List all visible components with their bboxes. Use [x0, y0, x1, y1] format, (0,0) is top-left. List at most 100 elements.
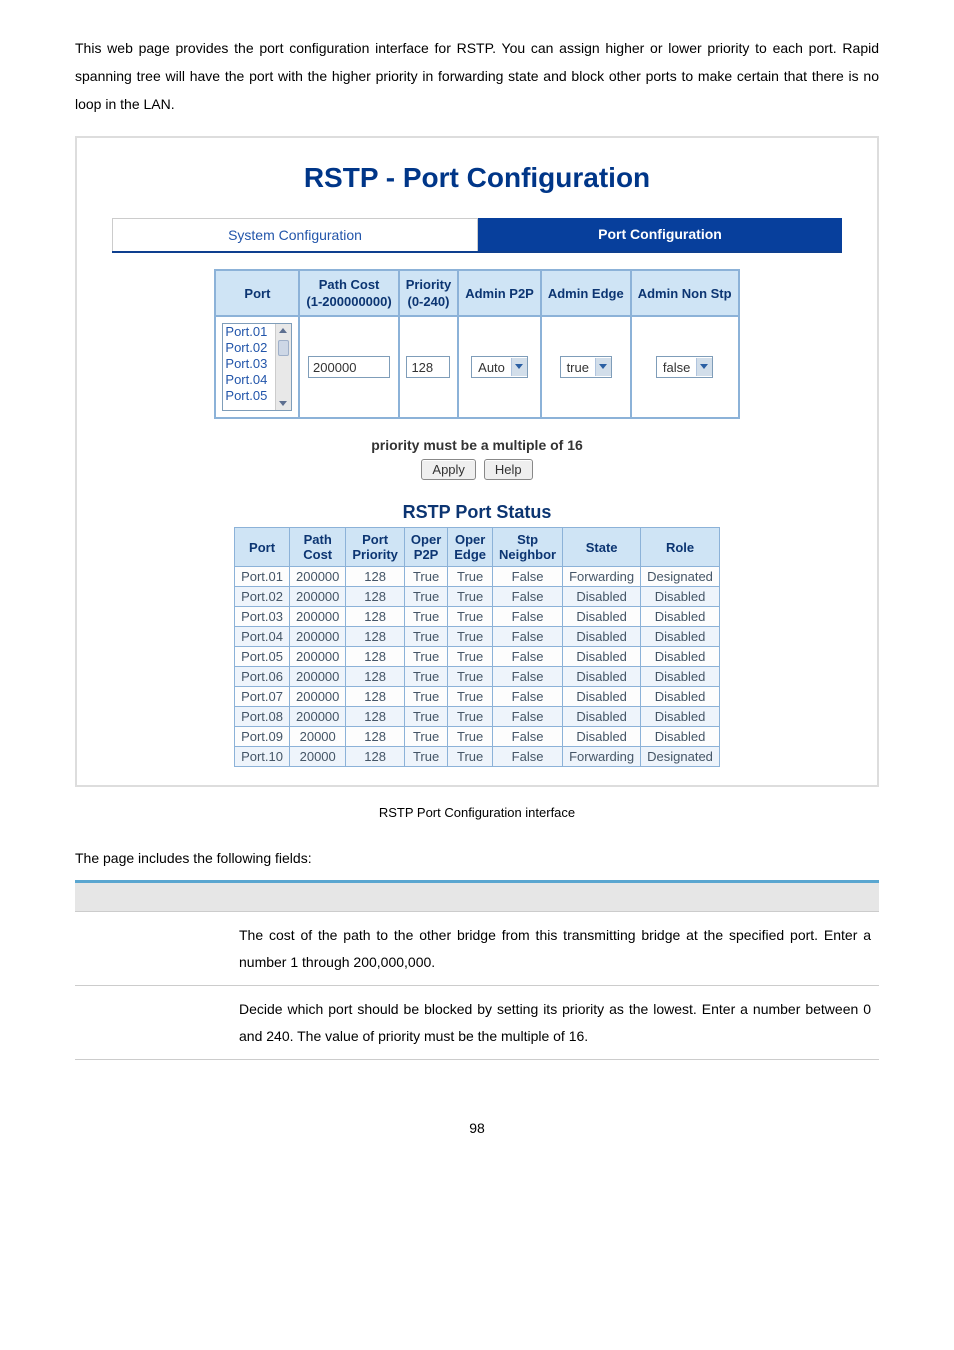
intro-text: This web page provides the port configur…	[75, 34, 879, 118]
help-button[interactable]: Help	[484, 459, 533, 480]
admin-p2p-value: Auto	[478, 360, 505, 375]
status-header: PathCost	[290, 528, 346, 567]
table-cell: Port.09	[235, 727, 290, 747]
table-cell: 128	[346, 687, 405, 707]
table-cell: Forwarding	[563, 747, 641, 767]
table-cell: 128	[346, 667, 405, 687]
chevron-down-icon	[511, 358, 527, 376]
status-header: Port	[235, 528, 290, 567]
status-table: Port PathCost PortPriority OperP2P OperE…	[234, 527, 720, 767]
table-cell: 128	[346, 647, 405, 667]
status-header: OperP2P	[404, 528, 447, 567]
table-cell: True	[404, 707, 447, 727]
table-cell: True	[448, 647, 493, 667]
admin-p2p-select[interactable]: Auto	[471, 356, 528, 378]
field-description: The cost of the path to the other bridge…	[231, 912, 879, 986]
table-cell: Port.07	[235, 687, 290, 707]
table-cell: True	[448, 567, 493, 587]
config-header-admin-non-stp: Admin Non Stp	[631, 270, 739, 316]
status-header: OperEdge	[448, 528, 493, 567]
table-cell: Port.06	[235, 667, 290, 687]
table-cell: False	[493, 607, 563, 627]
port-list-scrollbar[interactable]	[275, 324, 291, 410]
table-cell: True	[404, 607, 447, 627]
tab-port-configuration[interactable]: Port Configuration	[478, 218, 842, 251]
table-cell: Port.01	[235, 567, 290, 587]
config-header-path-cost-range: (1-200000000)	[306, 294, 391, 309]
table-cell: False	[493, 747, 563, 767]
table-cell: 128	[346, 727, 405, 747]
table-cell: False	[493, 587, 563, 607]
table-cell: False	[493, 687, 563, 707]
table-cell: 128	[346, 567, 405, 587]
table-cell: Disabled	[641, 727, 720, 747]
field-description: Decide which port should be blocked by s…	[231, 986, 879, 1060]
table-cell: Disabled	[641, 587, 720, 607]
table-cell: 200000	[290, 687, 346, 707]
table-cell: 20000	[290, 727, 346, 747]
table-cell: 200000	[290, 567, 346, 587]
tab-system-configuration[interactable]: System Configuration	[112, 218, 478, 251]
table-cell: 20000	[290, 747, 346, 767]
priority-note: priority must be a multiple of 16	[102, 437, 852, 453]
apply-button[interactable]: Apply	[421, 459, 476, 480]
table-cell: Port.03	[235, 607, 290, 627]
table-cell: True	[404, 687, 447, 707]
config-header-path-cost: Path Cost (1-200000000)	[299, 270, 398, 316]
table-cell: Port.10	[235, 747, 290, 767]
config-header-priority-label: Priority	[406, 277, 452, 292]
table-cell: Designated	[641, 567, 720, 587]
status-title: RSTP Port Status	[102, 502, 852, 523]
table-cell: Disabled	[563, 647, 641, 667]
table-cell: Disabled	[641, 707, 720, 727]
status-header: PortPriority	[346, 528, 405, 567]
table-cell: True	[404, 727, 447, 747]
table-cell: False	[493, 647, 563, 667]
fields-table: The cost of the path to the other bridge…	[75, 880, 879, 1060]
table-cell: True	[448, 687, 493, 707]
table-cell: 128	[346, 587, 405, 607]
table-cell: False	[493, 627, 563, 647]
table-cell: False	[493, 727, 563, 747]
table-cell: Port.05	[235, 647, 290, 667]
status-header: StpNeighbor	[493, 528, 563, 567]
table-cell: False	[493, 667, 563, 687]
fields-intro: The page includes the following fields:	[75, 850, 879, 866]
table-row: Port.02200000128TrueTrueFalseDisabledDis…	[235, 587, 720, 607]
table-cell: Port.08	[235, 707, 290, 727]
config-header-priority-range: (0-240)	[406, 294, 452, 309]
table-row: Port.1020000128TrueTrueFalseForwardingDe…	[235, 747, 720, 767]
table-cell: 128	[346, 707, 405, 727]
port-listbox[interactable]: Port.01 Port.02 Port.03 Port.04 Port.05	[222, 323, 292, 411]
config-header-admin-p2p: Admin P2P	[458, 270, 541, 316]
table-cell: True	[404, 627, 447, 647]
table-cell: True	[448, 607, 493, 627]
path-cost-input[interactable]	[308, 356, 390, 378]
priority-input[interactable]	[406, 356, 450, 378]
admin-edge-select[interactable]: true	[560, 356, 612, 378]
page-number: 98	[75, 1120, 879, 1136]
table-row: Port.0920000128TrueTrueFalseDisabledDisa…	[235, 727, 720, 747]
fields-header-object	[75, 882, 231, 912]
config-header-priority: Priority (0-240)	[399, 270, 459, 316]
config-table: Port Path Cost (1-200000000) Priority (0…	[214, 269, 739, 419]
table-cell: True	[448, 707, 493, 727]
status-header: Role	[641, 528, 720, 567]
table-cell: 200000	[290, 667, 346, 687]
tabs: System Configuration Port Configuration	[112, 218, 842, 253]
status-header: State	[563, 528, 641, 567]
admin-non-stp-select[interactable]: false	[656, 356, 713, 378]
table-cell: Disabled	[641, 607, 720, 627]
table-cell: 128	[346, 627, 405, 647]
admin-non-stp-value: false	[663, 360, 690, 375]
table-cell: Disabled	[563, 607, 641, 627]
field-label	[75, 912, 231, 986]
panel-title: RSTP - Port Configuration	[102, 162, 852, 194]
screenshot-panel: RSTP - Port Configuration System Configu…	[75, 136, 879, 787]
table-cell: Port.04	[235, 627, 290, 647]
fields-header-description	[231, 882, 879, 912]
table-cell: 200000	[290, 647, 346, 667]
table-cell: 200000	[290, 707, 346, 727]
table-cell: 128	[346, 747, 405, 767]
table-cell: True	[404, 587, 447, 607]
